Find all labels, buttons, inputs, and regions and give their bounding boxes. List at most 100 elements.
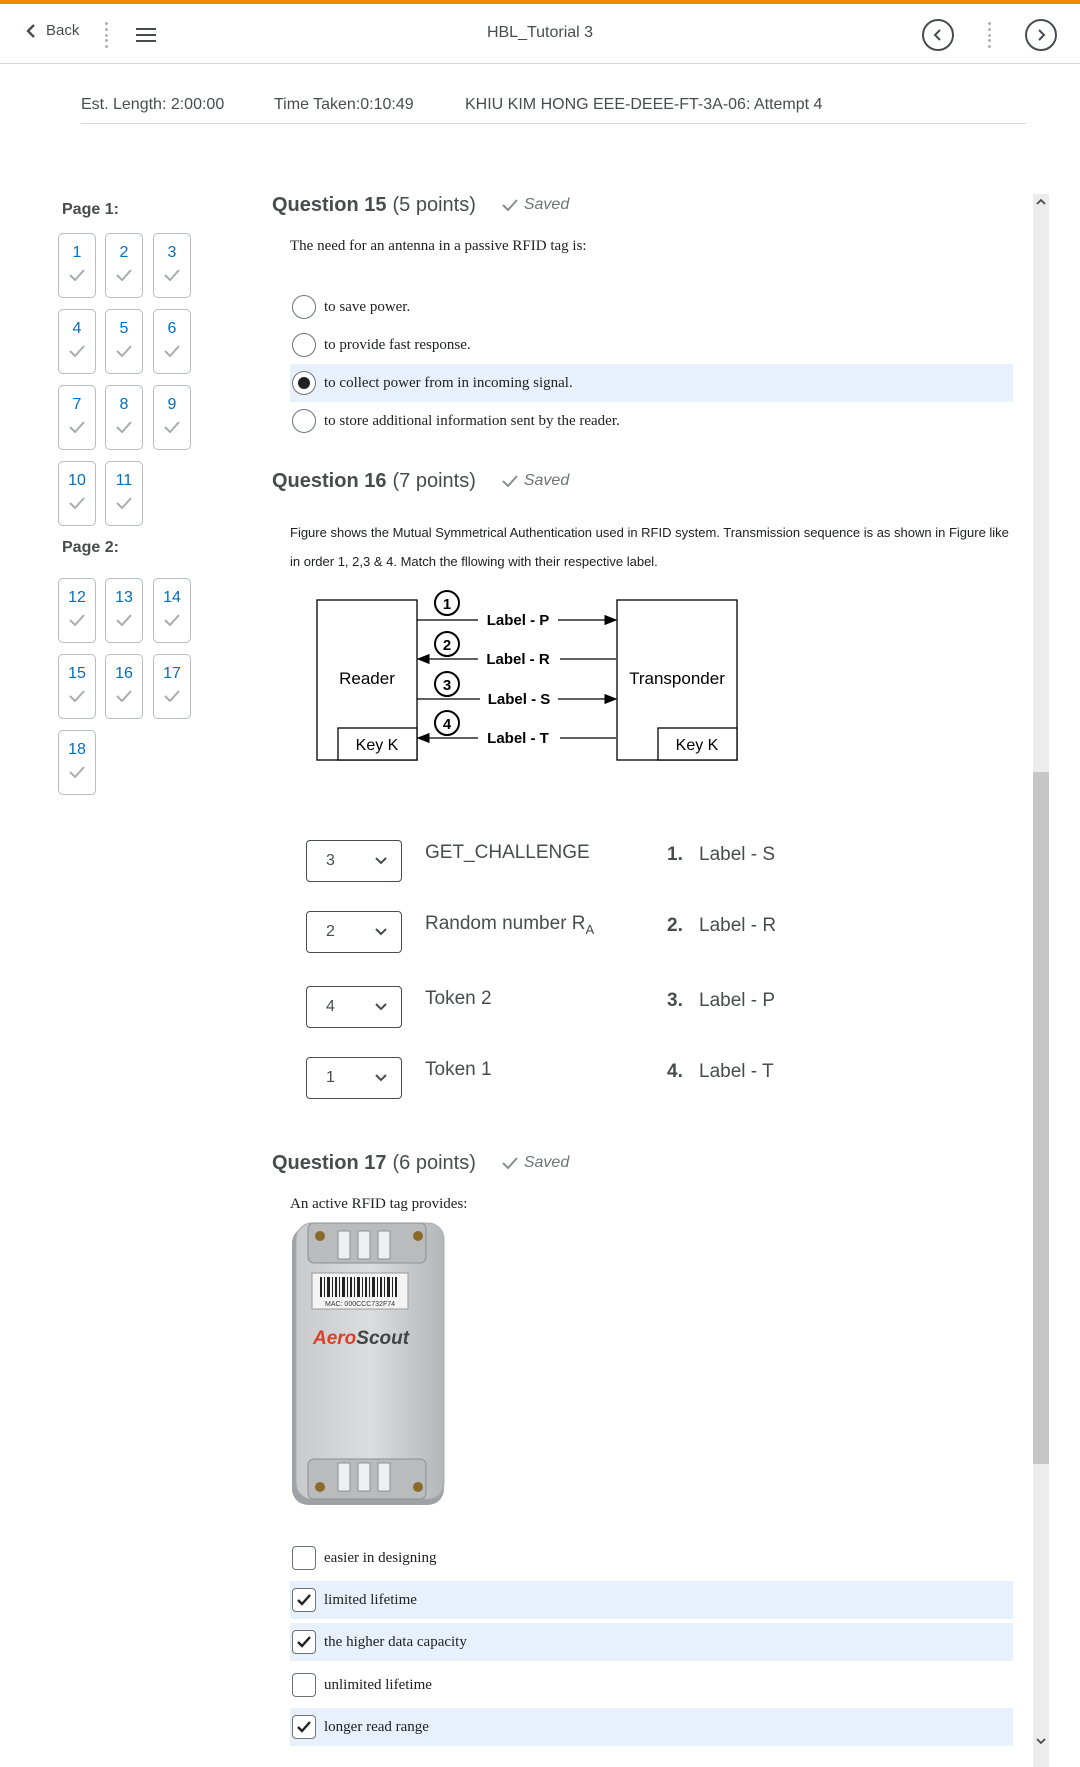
option-label: limited lifetime — [324, 1591, 417, 1608]
quiz-info-row: Est. Length: 2:00:00 Time Taken:0:10:49 … — [81, 94, 1026, 124]
question-nav-14[interactable]: 14 — [153, 578, 191, 643]
question-nav-18[interactable]: 18 — [58, 730, 96, 795]
question-nav-3[interactable]: 3 — [153, 233, 191, 298]
radio-button[interactable] — [292, 371, 316, 395]
q17-option-3[interactable]: the higher data capacity — [290, 1623, 1013, 1661]
question-17-header: Question 17 (6 points) Saved — [272, 1152, 569, 1175]
question-nav-number: 16 — [115, 665, 133, 682]
question-nav-11[interactable]: 11 — [105, 461, 143, 526]
check-icon — [502, 475, 518, 487]
choice-label: Label - S — [699, 844, 776, 865]
saved-status: Saved — [502, 196, 569, 214]
match-item-text: Random number R — [425, 913, 586, 934]
saved-label: Saved — [523, 1154, 570, 1171]
step-2-number: 2 — [443, 637, 451, 654]
rfid-authentication-figure: Reader Key K Transponder Key K Label - P… — [316, 590, 738, 761]
question-nav-number: 1 — [72, 244, 82, 261]
attempt-info: KHIU KIM HONG EEE-DEEE-FT-3A-06: Attempt… — [465, 96, 823, 113]
q15-option-1[interactable]: to save power. — [290, 288, 1013, 326]
label-s: Label - S — [488, 691, 551, 708]
radio-button[interactable] — [292, 333, 316, 357]
question-nav-12[interactable]: 12 — [58, 578, 96, 643]
question-nav-15[interactable]: 15 — [58, 654, 96, 719]
step-4-number: 4 — [443, 716, 452, 733]
checkbox[interactable] — [292, 1588, 316, 1612]
next-button[interactable] — [1025, 19, 1057, 51]
match-select-3[interactable]: 4 — [306, 986, 402, 1028]
q17-option-4[interactable]: unlimited lifetime — [290, 1666, 1013, 1704]
question-nav-7[interactable]: 7 — [58, 385, 96, 450]
check-icon — [116, 614, 132, 626]
previous-button[interactable] — [922, 19, 954, 51]
label-p: Label - P — [487, 612, 550, 629]
question-nav-2[interactable]: 2 — [105, 233, 143, 298]
match-item-text: Token 2 — [425, 988, 492, 1009]
est-length: Est. Length: 2:00:00 — [81, 96, 225, 113]
question-nav-6[interactable]: 6 — [153, 309, 191, 374]
question-16-header: Question 16 (7 points) Saved — [272, 470, 569, 493]
check-icon — [164, 690, 180, 702]
tag-brand-logo: AeroScout — [312, 1328, 410, 1349]
question-nav-number: 6 — [167, 320, 177, 337]
check-icon — [69, 345, 85, 357]
checkmark-icon — [297, 1721, 311, 1733]
question-nav-8[interactable]: 8 — [105, 385, 143, 450]
match-select-1[interactable]: 3 — [306, 840, 402, 882]
question-nav-4[interactable]: 4 — [58, 309, 96, 374]
scroll-up-icon[interactable] — [1035, 197, 1047, 207]
match-choice-2: 2. Label - R — [667, 915, 776, 937]
checkbox[interactable] — [292, 1715, 316, 1739]
question-nav-10[interactable]: 10 — [58, 461, 96, 526]
q17-option-1[interactable]: easier in designing — [290, 1539, 1013, 1577]
chevron-down-icon — [375, 1074, 387, 1082]
check-icon — [164, 614, 180, 626]
q15-option-3[interactable]: to collect power from in incoming signal… — [290, 364, 1013, 402]
match-choice-3: 3. Label - P — [667, 990, 775, 1012]
match-item-2: Random number RA — [425, 913, 594, 937]
option-label: longer read range — [324, 1718, 429, 1735]
saved-label: Saved — [523, 196, 570, 213]
active-rfid-tag-image: MAC: 000CCC732F74 AeroScout — [292, 1222, 445, 1505]
choice-label: Label - P — [699, 990, 776, 1011]
tag-mac-label: MAC: 000CCC732F74 — [325, 1301, 395, 1308]
match-select-4[interactable]: 1 — [306, 1057, 402, 1099]
label-t: Label - T — [487, 730, 549, 747]
page-title: HBL_Tutorial 3 — [486, 24, 594, 41]
choice-number: 2. — [667, 915, 683, 936]
question-nav-number: 5 — [119, 320, 129, 337]
question-number: Question 16 — [272, 470, 387, 492]
question-nav-17[interactable]: 17 — [153, 654, 191, 719]
q17-option-5[interactable]: longer read range — [290, 1708, 1013, 1746]
radio-button[interactable] — [292, 409, 316, 433]
radio-button[interactable] — [292, 295, 316, 319]
check-icon — [502, 1157, 518, 1169]
q15-option-2[interactable]: to provide fast response. — [290, 326, 1013, 364]
question-nav-5[interactable]: 5 — [105, 309, 143, 374]
page-1-heading: Page 1: — [62, 201, 119, 218]
question-nav-number: 12 — [68, 589, 86, 606]
question-points: (7 points) — [392, 470, 476, 492]
choice-label: Label - R — [699, 915, 777, 936]
checkbox[interactable] — [292, 1546, 316, 1570]
saved-label: Saved — [523, 472, 570, 489]
step-1-number: 1 — [443, 596, 451, 613]
check-icon — [69, 690, 85, 702]
question-nav-13[interactable]: 13 — [105, 578, 143, 643]
checkbox[interactable] — [292, 1673, 316, 1697]
checkbox[interactable] — [292, 1630, 316, 1654]
question-nav-1[interactable]: 1 — [58, 233, 96, 298]
question-number: Question 17 — [272, 1152, 387, 1174]
check-icon — [116, 421, 132, 433]
question-nav-number: 13 — [115, 589, 133, 606]
match-select-2[interactable]: 2 — [306, 911, 402, 953]
scrollbar-thumb[interactable] — [1033, 772, 1049, 1464]
reader-key-label: Key K — [356, 737, 399, 754]
question-nav-number: 2 — [119, 244, 129, 261]
scroll-down-icon[interactable] — [1035, 1736, 1047, 1746]
q17-option-2[interactable]: limited lifetime — [290, 1581, 1013, 1619]
question-nav-16[interactable]: 16 — [105, 654, 143, 719]
check-icon — [502, 199, 518, 211]
q15-option-4[interactable]: to store additional information sent by … — [290, 402, 1013, 440]
question-nav-number: 15 — [68, 665, 86, 682]
question-nav-9[interactable]: 9 — [153, 385, 191, 450]
